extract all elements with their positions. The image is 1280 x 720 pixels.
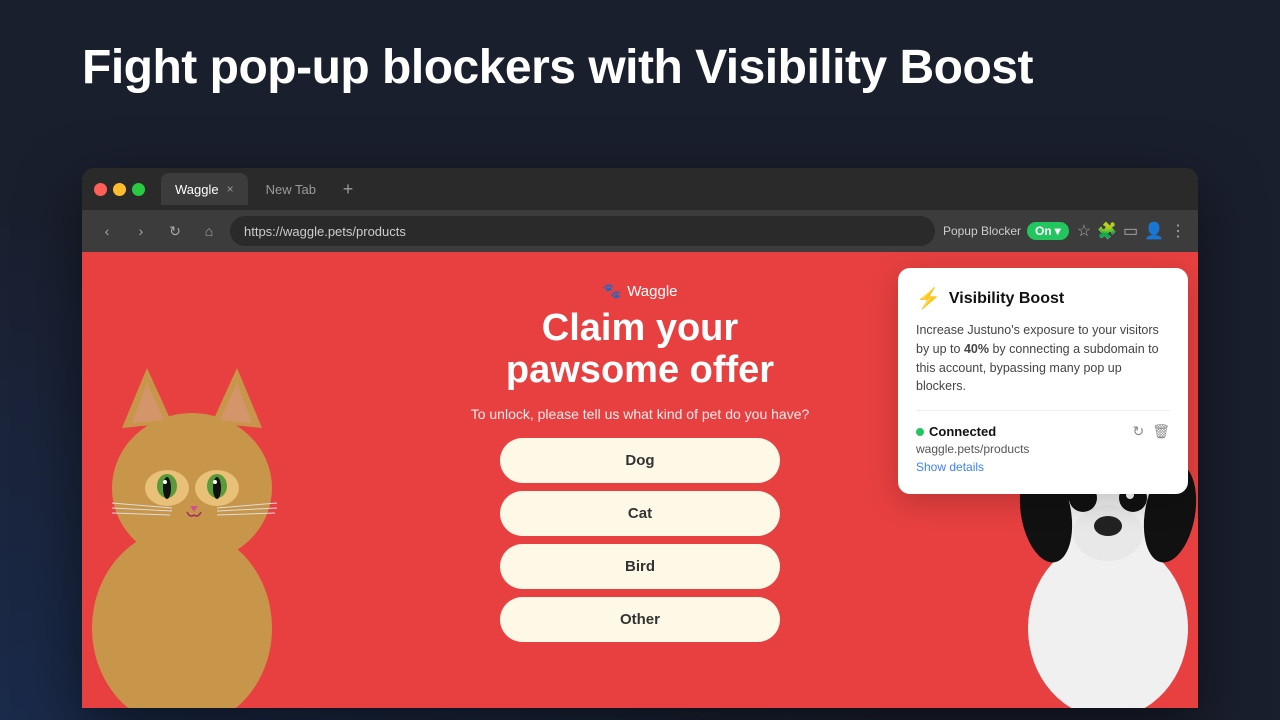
popup-blocker: Popup Blocker On ▾ xyxy=(943,222,1069,240)
waggle-logo-icon: 🐾 xyxy=(603,282,622,300)
bird-button[interactable]: Bird xyxy=(500,544,780,589)
vb-icon: ⚡ xyxy=(916,286,941,311)
back-button[interactable]: ‹ xyxy=(94,218,120,244)
vb-description: Increase Justuno's exposure to your visi… xyxy=(916,321,1170,396)
new-tab-button[interactable]: + xyxy=(334,175,362,203)
close-button[interactable] xyxy=(94,183,107,196)
vb-show-details-link[interactable]: Show details xyxy=(916,460,984,474)
vb-connected: Connected xyxy=(916,424,996,439)
popup-blocker-toggle[interactable]: On ▾ xyxy=(1027,222,1069,240)
cat-button[interactable]: Cat xyxy=(500,491,780,536)
home-button[interactable]: ⌂ xyxy=(196,218,222,244)
connected-label: Connected xyxy=(929,424,996,439)
subtitle-text: To unlock, please tell us what kind of p… xyxy=(471,406,810,422)
toolbar-icons: ☆ 🧩 ▭ 👤 ⋮ xyxy=(1077,221,1186,241)
tab-waggle-label: Waggle xyxy=(175,182,219,197)
address-bar[interactable]: https://waggle.pets/products xyxy=(230,216,935,246)
window-controls xyxy=(94,183,145,196)
maximize-button[interactable] xyxy=(132,183,145,196)
popup-blocker-label: Popup Blocker xyxy=(943,224,1021,238)
vb-delete-button[interactable]: 🗑 xyxy=(1152,423,1170,440)
connected-dot xyxy=(916,428,924,436)
menu-icon[interactable]: ⋮ xyxy=(1170,221,1186,241)
main-headline: Claim your pawsome offer xyxy=(506,308,774,392)
profile-icon[interactable]: 👤 xyxy=(1144,221,1164,241)
vb-desc-bold: 40% xyxy=(964,342,989,356)
extensions-icon[interactable]: 🧩 xyxy=(1097,221,1117,241)
dog-button[interactable]: Dog xyxy=(500,438,780,483)
headline-line1: Claim your xyxy=(542,307,738,349)
cat-illustration xyxy=(82,308,302,708)
star-icon[interactable]: ☆ xyxy=(1077,221,1091,241)
visibility-boost-popup: ⚡ Visibility Boost Increase Justuno's ex… xyxy=(898,268,1188,494)
browser-toolbar: ‹ › ↻ ⌂ https://waggle.pets/products Pop… xyxy=(82,210,1198,252)
sidebar-icon[interactable]: ▭ xyxy=(1123,221,1138,241)
tab-bar: Waggle × New Tab + xyxy=(82,168,1198,210)
headline-line2: pawsome offer xyxy=(506,349,774,391)
waggle-logo-text: Waggle xyxy=(627,283,677,300)
pet-options: Dog Cat Bird Other xyxy=(500,438,780,642)
vb-actions: ↻ 🗑 xyxy=(1132,423,1170,440)
browser-window: Waggle × New Tab + ‹ › ↻ ⌂ https://waggl… xyxy=(82,168,1198,708)
minimize-button[interactable] xyxy=(113,183,126,196)
tab-waggle[interactable]: Waggle × xyxy=(161,173,248,205)
tab-new-tab[interactable]: New Tab xyxy=(252,173,330,205)
waggle-logo: 🐾 Waggle xyxy=(603,282,678,300)
forward-button[interactable]: › xyxy=(128,218,154,244)
refresh-button[interactable]: ↻ xyxy=(162,218,188,244)
tab-close-icon[interactable]: × xyxy=(227,182,234,196)
center-content: 🐾 Waggle Claim your pawsome offer To unl… xyxy=(450,282,830,642)
vb-connected-row: Connected ↻ 🗑 xyxy=(916,423,1170,440)
page-title: Fight pop-up blockers with Visibility Bo… xyxy=(82,42,1033,95)
vb-refresh-button[interactable]: ↻ xyxy=(1132,423,1144,440)
tab-new-tab-label: New Tab xyxy=(266,182,316,197)
url-display: https://waggle.pets/products xyxy=(244,224,406,239)
on-label: On xyxy=(1035,224,1052,238)
other-button[interactable]: Other xyxy=(500,597,780,642)
vb-url: waggle.pets/products xyxy=(916,442,1170,456)
vb-title: Visibility Boost xyxy=(949,290,1064,308)
vb-divider xyxy=(916,410,1170,411)
browser-content: 🐾 Waggle Claim your pawsome offer To unl… xyxy=(82,252,1198,708)
toggle-chevron-icon: ▾ xyxy=(1055,224,1061,238)
vb-header: ⚡ Visibility Boost xyxy=(916,286,1170,311)
